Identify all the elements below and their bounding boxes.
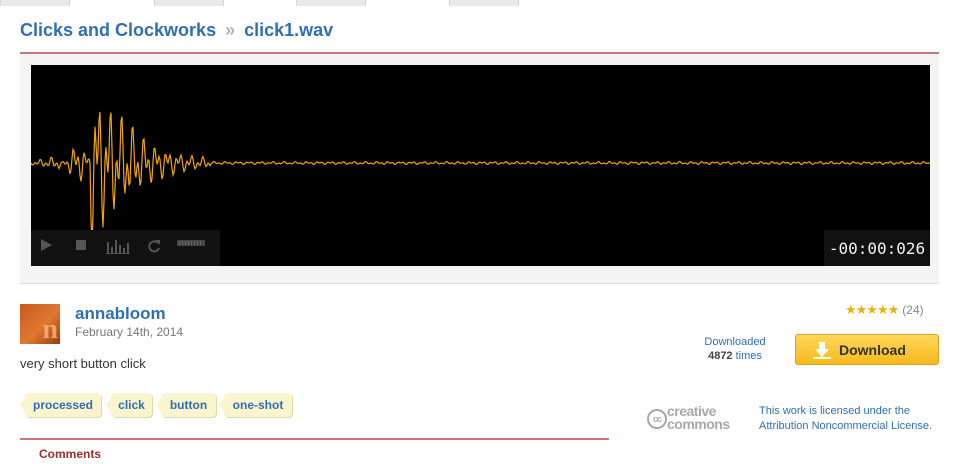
comments-title: Comments [39, 447, 102, 461]
play-icon[interactable] [39, 238, 59, 258]
avatar[interactable]: n [20, 304, 60, 344]
spectrum-icon[interactable] [106, 238, 132, 258]
tag-button[interactable]: button [156, 393, 216, 417]
downloaded-number: 4872 [708, 350, 733, 362]
player-controls [31, 230, 220, 266]
top-tabs [0, 0, 954, 6]
tag-processed[interactable]: processed [20, 393, 101, 417]
waveform-trace [31, 111, 930, 247]
download-arrow-icon [812, 340, 832, 360]
top-tab[interactable] [449, 0, 519, 6]
star-rating-icon[interactable]: ★★★★★ [845, 302, 899, 318]
tag-click[interactable]: click [106, 393, 152, 417]
download-button[interactable]: Download [795, 334, 939, 365]
license-text[interactable]: This work is licensed under the Attribut… [759, 404, 939, 434]
cc-logo-text: creative commons [667, 404, 730, 432]
breadcrumb: Clicks and Clockworks » click1.wav [20, 20, 333, 41]
tag-one-shot[interactable]: one-shot [219, 393, 292, 417]
time-display: -00:00:026 [824, 230, 930, 266]
top-tab[interactable] [296, 0, 366, 6]
rating[interactable]: ★★★★★ (24) [845, 302, 924, 318]
comments-divider [20, 438, 609, 440]
username-link[interactable]: annabloom [75, 304, 166, 324]
downloaded-suffix: times [735, 350, 762, 362]
sound-description: very short button click [20, 356, 146, 371]
loop-icon[interactable] [146, 238, 166, 258]
cc-line2: commons [667, 416, 730, 432]
avatar-glyph: n [42, 314, 58, 344]
stop-icon[interactable] [74, 238, 94, 258]
volume-icon[interactable] [177, 238, 207, 258]
waveform-player[interactable]: -00:00:026 [31, 65, 930, 266]
download-count: Downloaded 4872 times [700, 335, 770, 363]
upload-date: February 14th, 2014 [75, 325, 184, 339]
player-frame: -00:00:026 [20, 52, 939, 284]
cc-icon: cc [647, 409, 667, 429]
download-button-label: Download [839, 341, 906, 358]
top-tab[interactable] [154, 0, 224, 6]
breadcrumb-separator: » [225, 20, 236, 40]
rating-count: (24) [902, 303, 924, 317]
breadcrumb-sound-link[interactable]: click1.wav [244, 20, 333, 40]
downloaded-label: Downloaded [704, 336, 766, 348]
top-tab[interactable] [0, 0, 70, 6]
breadcrumb-pack-link[interactable]: Clicks and Clockworks [20, 20, 216, 40]
creative-commons-logo[interactable]: cc creative commons [647, 403, 747, 437]
